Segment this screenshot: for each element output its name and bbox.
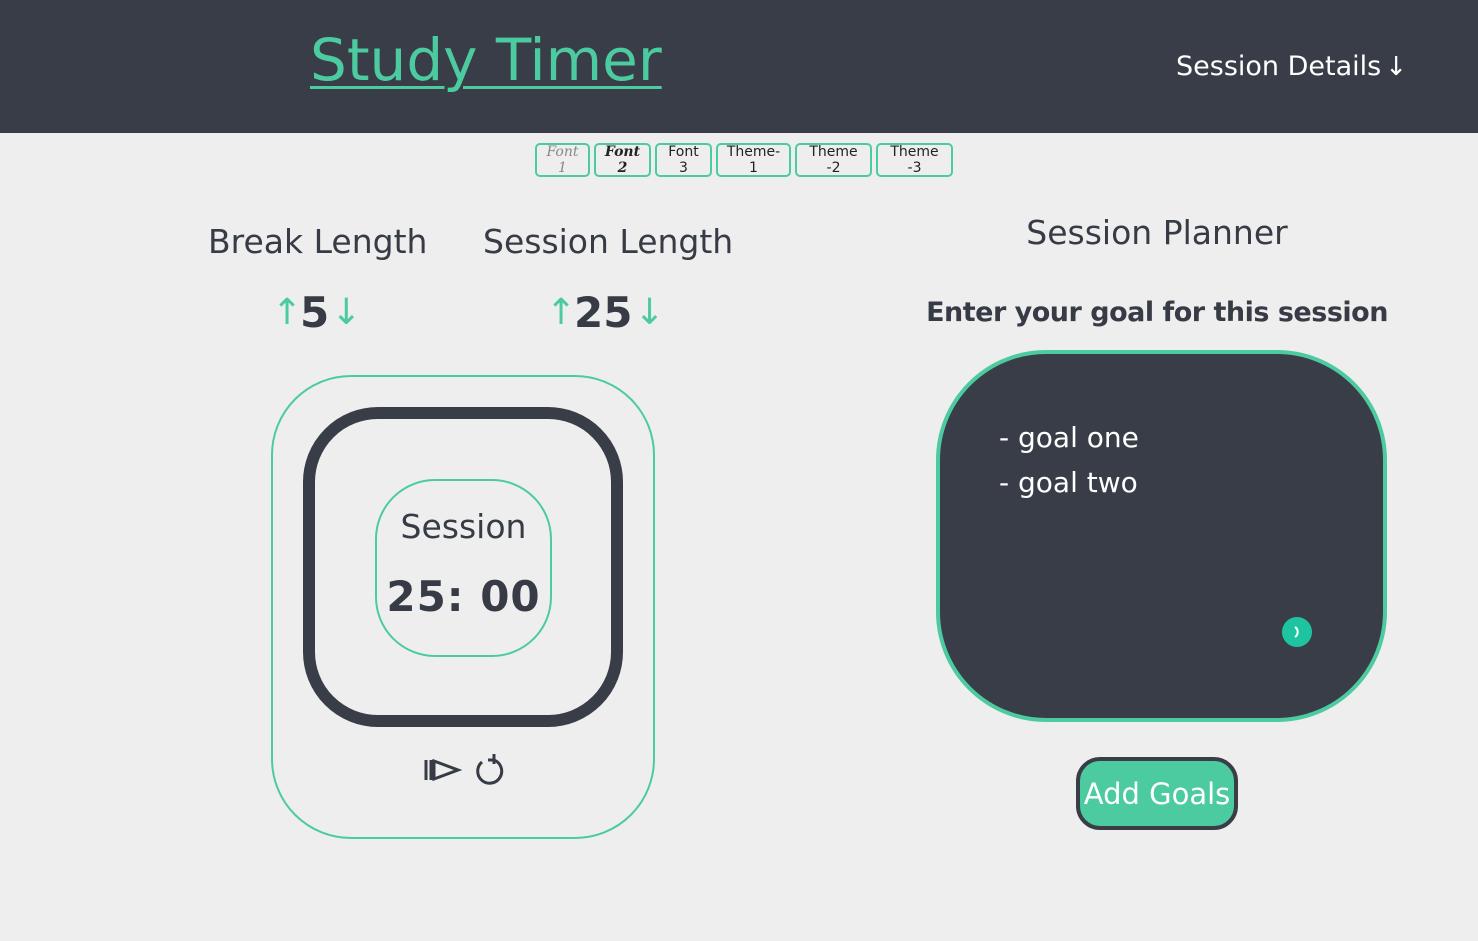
theme-1-button[interactable]: Theme-1 [716, 143, 791, 177]
theme-2-button[interactable]: Theme -2 [795, 143, 872, 177]
break-length-control: ↑ 5 ↓ [272, 288, 361, 338]
planner-title: Session Planner [1026, 213, 1288, 252]
font-1-button[interactable]: Font 1 [535, 143, 590, 177]
session-length-label: Session Length [483, 222, 734, 261]
timer-time: 25: 00 [386, 572, 541, 621]
goal-line: - goal two [999, 466, 1138, 499]
session-decrement-icon[interactable]: ↓ [634, 288, 664, 338]
break-length-label: Break Length [208, 222, 428, 261]
grammar-assistant-icon[interactable] [1282, 617, 1312, 647]
goals-list: - goal one - goal two [999, 415, 1139, 505]
timer-controls [422, 752, 506, 788]
goals-textarea[interactable] [936, 350, 1387, 722]
session-length-value: 25 [574, 288, 633, 337]
goal-line: - goal one [999, 421, 1139, 454]
break-decrement-icon[interactable]: ↓ [331, 288, 361, 338]
session-details-toggle[interactable]: Session Details ↓ [1176, 48, 1407, 86]
app-header: Study Timer Session Details ↓ [0, 0, 1478, 133]
session-details-label: Session Details [1176, 51, 1382, 82]
add-goals-button[interactable]: Add Goals [1076, 757, 1238, 830]
font-2-button[interactable]: Font 2 [594, 143, 651, 177]
font-3-button[interactable]: Font 3 [655, 143, 712, 177]
planner-prompt: Enter your goal for this session [926, 297, 1388, 328]
reset-icon[interactable] [472, 752, 506, 788]
app-title-link[interactable]: Study Timer [310, 24, 662, 96]
session-increment-icon[interactable]: ↑ [546, 288, 576, 338]
session-length-control: ↑ 25 ↓ [546, 288, 665, 338]
timer-label: Session [400, 507, 527, 546]
theme-3-button[interactable]: Theme -3 [876, 143, 953, 177]
arrow-down-icon: ↓ [1385, 52, 1407, 82]
play-pause-icon[interactable] [422, 756, 462, 784]
break-length-value: 5 [300, 288, 330, 337]
break-increment-icon[interactable]: ↑ [272, 288, 302, 338]
style-toolbar: Font 1 Font 2 Font 3 Theme-1 Theme -2 Th… [535, 143, 953, 177]
